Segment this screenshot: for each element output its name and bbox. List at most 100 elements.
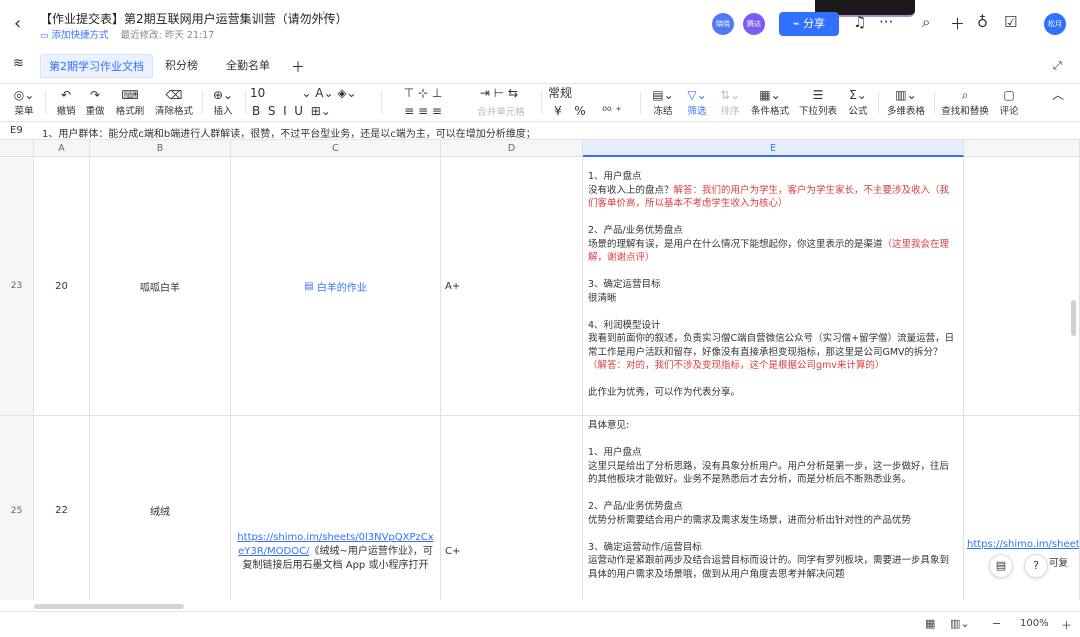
tab-homework-doc[interactable]: 第2期学习作业文档 — [40, 54, 153, 78]
undo-button[interactable]: ↶ 撤销 — [53, 87, 79, 119]
feedback-line: 很清晰 — [588, 292, 617, 304]
column-header-b[interactable]: B — [90, 140, 231, 157]
plus-icon[interactable]: ＋ — [291, 57, 305, 77]
table-cell-c[interactable]: https://shimo.im/sheets/0l3NVpQXPzCxeY3R… — [231, 416, 441, 600]
divider — [45, 92, 46, 114]
number-format-select[interactable]: 常规 — [548, 85, 630, 101]
row-header[interactable]: 25 — [0, 416, 34, 600]
clear-format-button[interactable]: ⌫ 清除格式 — [152, 87, 196, 119]
chevron-up-icon: ︿ — [1051, 88, 1064, 102]
bell-icon[interactable]: ♫ — [853, 13, 866, 31]
grid-view-icon[interactable]: ▦ — [925, 617, 935, 630]
layers-icon[interactable]: ≋ — [13, 56, 24, 71]
divider — [245, 92, 246, 114]
toolbar: ◎⌄ 菜单 ↶ 撤销 ↷ 重做 ⌨ 格式刷 ⌫ 清除格式 ⊕⌄ 插入 10 ⌄ A⌄ ◈⌄ … — [0, 84, 1080, 122]
table-cell-a[interactable]: 20 — [34, 157, 90, 416]
table-cell-e[interactable]: 具体意见: 1、用户盘点 这里只是给出了分析思路，没有具象分析用户。用户分析是第一步… — [583, 416, 964, 600]
table-cell-c[interactable]: ▤ 白羊的作业 — [231, 157, 441, 416]
menu-button[interactable]: ◎⌄ 菜单 — [8, 87, 40, 119]
feedback-line: 3、确定运营动作/运营目标 — [588, 541, 702, 553]
multi-dim-table-button[interactable]: ▥⌄ 多维表格 — [884, 87, 928, 119]
column-header-e[interactable]: E — [583, 140, 964, 157]
insert-button[interactable]: ⊕⌄ 插入 — [206, 87, 240, 119]
zoom-in-icon[interactable]: ＋ — [1061, 617, 1072, 633]
select-all-corner[interactable] — [0, 140, 34, 157]
collapse-toolbar-button[interactable]: ︿ — [1048, 87, 1068, 103]
shimo-url-link[interactable]: https://shimo.im/sheets — [967, 539, 1079, 550]
cell-reference[interactable]: E9 — [10, 125, 23, 136]
user-avatar[interactable]: 松月 — [1044, 13, 1066, 35]
feedback-line — [588, 305, 958, 319]
table-cell-d[interactable]: C+ — [441, 416, 583, 600]
feedback-line — [588, 433, 958, 447]
percent-button[interactable]: % — [570, 103, 590, 119]
vertical-align-controls[interactable]: ⊤ ⊹ ⊥ — [387, 85, 459, 101]
table-cell-f[interactable]: https://shimo.im/sheets — [964, 416, 1080, 600]
divider — [541, 92, 542, 114]
collaborator-avatar[interactable]: 晓晓 — [712, 13, 734, 35]
tab-points-board[interactable]: 积分榜 — [157, 54, 206, 78]
text-color-controls[interactable]: ⌄ A⌄ ◈⌄ — [290, 85, 368, 101]
freeze-button[interactable]: ▤⌄ 冻结 — [648, 87, 678, 119]
column-header-c[interactable]: C — [231, 140, 441, 157]
reply-text: （解答：对的，我们不涉及变现指标，这个是根据公司gmv来计算的） — [588, 360, 885, 371]
table-cell-f[interactable] — [964, 157, 1080, 416]
tab-attendance-list[interactable]: 全勤名单 — [218, 54, 278, 78]
redo-button[interactable]: ↷ 重做 — [82, 87, 108, 119]
feedback-line: 1、用户盘点 — [588, 447, 642, 458]
table-cell-e[interactable]: 1、用户盘点 没有收入上的盘点？解答：我们的用户为学生，客户为学生家长，不主要涉及… — [583, 157, 964, 416]
merge-cells-button[interactable]: 合并单元格 — [465, 104, 537, 120]
collaborator-avatar[interactable]: 腾达 — [743, 13, 765, 35]
feedback-line — [588, 527, 958, 541]
font-size-select[interactable]: 10 — [250, 85, 286, 101]
layout-icon[interactable]: ▥⌄ — [950, 617, 970, 630]
text-style-controls[interactable]: B S I U ⊞⌄ — [252, 103, 377, 119]
find-replace-button[interactable]: ⌕ 查找和替换 — [940, 87, 990, 119]
sort-button[interactable]: ⇅⌄ 排序 — [716, 87, 744, 119]
add-shortcut-link[interactable]: 添加快捷方式 — [52, 30, 109, 41]
table-cell-a[interactable]: 22 — [34, 416, 90, 600]
divider — [640, 92, 641, 114]
more-icon[interactable]: ··· — [879, 13, 893, 31]
expand-icon[interactable]: ⤢ — [1053, 59, 1062, 73]
table-cell-b[interactable]: 呱呱白羊 — [90, 157, 231, 416]
table-cell-d[interactable]: A+ — [441, 157, 583, 416]
formula-value[interactable]: 1、用户群体：能分成c端和b端进行人群解读，很赞，不过平台型业务，还是以c端为主… — [42, 125, 536, 140]
zoom-level[interactable]: 100% — [1020, 618, 1049, 629]
table-cell-b[interactable]: 绒绒 — [90, 416, 231, 600]
document-title[interactable]: 【作业提交表】第2期互联网用户运营集训营（请勿外传） — [40, 10, 348, 27]
search-icon[interactable]: ⌕ — [922, 13, 930, 31]
column-header-f[interactable] — [964, 140, 1080, 157]
vertical-scrollbar[interactable] — [1071, 300, 1076, 336]
feedback-line — [588, 211, 958, 225]
horizontal-scrollbar[interactable] — [34, 604, 184, 609]
format-painter-button[interactable]: ⌨ 格式刷 — [112, 87, 148, 119]
help-icon[interactable]: ? — [1024, 554, 1048, 578]
freeze-icon: ▤⌄ — [652, 88, 674, 102]
feedback-line: 3、确定运营目标 — [588, 279, 661, 290]
lightbulb-icon[interactable]: ♁ — [977, 13, 988, 31]
plus-icon[interactable]: ＋ — [950, 13, 965, 34]
currency-button[interactable]: ¥ — [548, 103, 568, 119]
dropdown-list-button[interactable]: ☰ 下拉列表 — [796, 87, 840, 119]
checkbox-icon[interactable]: ☑ — [1004, 13, 1017, 31]
horizontal-align-controls[interactable]: ≡ ≡ ≡ — [387, 103, 459, 119]
comment-button[interactable]: ▢ 评论 — [996, 87, 1022, 119]
chevron-left-icon[interactable]: ‹ — [14, 13, 21, 34]
column-header-d[interactable]: D — [441, 140, 583, 157]
filter-button[interactable]: ▽⌄ 筛选 — [682, 87, 712, 119]
formula-bar[interactable]: E9 1、用户群体：能分成c端和b端进行人群解读，很赞，不过平台型业务，还是以c… — [0, 122, 1080, 140]
row-header[interactable]: 23 — [0, 157, 34, 416]
document-icon[interactable]: ▤ — [989, 554, 1013, 578]
wrap-controls[interactable]: ⇥ ⊢ ⇆ — [463, 85, 535, 101]
star-icon[interactable]: ☆ — [318, 9, 330, 24]
formula-button[interactable]: Σ⌄ 公式 — [844, 87, 872, 119]
feedback-line: 2、产品/业务优势盘点 — [588, 225, 683, 236]
decimal-buttons[interactable]: ⁰⁰ ⁺ — [592, 103, 632, 119]
homework-doc-link[interactable]: 白羊的作业 — [317, 279, 367, 294]
zoom-out-icon[interactable]: − — [992, 617, 1001, 630]
conditional-format-button[interactable]: ▦⌄ 条件格式 — [748, 87, 792, 119]
feedback-line: 运营动作是紧跟前两步及结合运营目标而设计的。同学有罗列板块，需要进一步具象到具体… — [588, 555, 950, 580]
column-header-a[interactable]: A — [34, 140, 90, 157]
share-button[interactable]: ⌁ 分享 — [779, 12, 839, 36]
